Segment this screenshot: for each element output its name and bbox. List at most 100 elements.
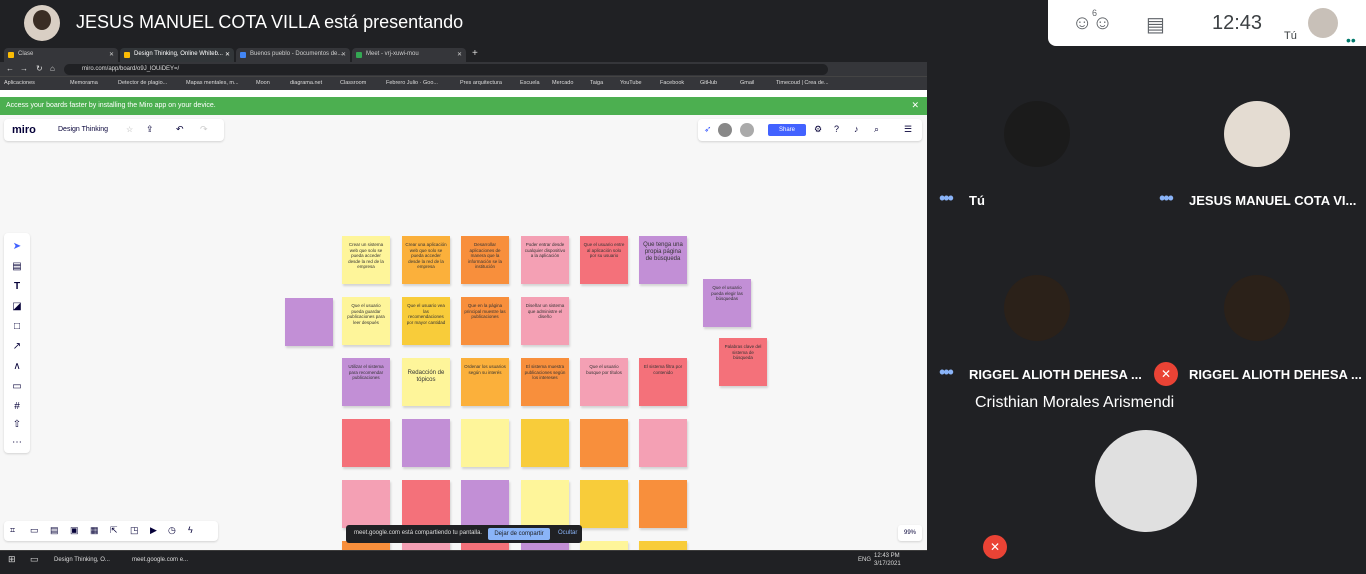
participant-tile[interactable]: ••• RIGGEL ALIOTH DEHESA ... (927, 220, 1147, 394)
miro-board[interactable]: miro Design Thinking ☆ ⇪ ↶ ↷ ➶ Share ⚙ ?… (0, 115, 927, 553)
cards-icon[interactable]: ▦ (90, 525, 99, 536)
more-icon[interactable]: ⋯ (11, 437, 23, 448)
close-icon[interactable]: ✕ (341, 51, 346, 58)
new-tab-icon[interactable]: + (472, 48, 478, 59)
upload-icon[interactable]: ⇧ (11, 419, 23, 430)
redo-icon[interactable]: ↷ (200, 124, 208, 135)
sticky-note[interactable] (461, 480, 509, 528)
browser-tab[interactable]: Buenos pueblo - Documentos de... ✕ (236, 48, 350, 62)
participant-tile[interactable]: ✕ Cristhian Morales Arismendi (975, 394, 1318, 574)
sticky-note[interactable]: Diseñar un sistema que administre el dis… (521, 297, 569, 345)
sticky-note[interactable] (285, 298, 333, 346)
sticky-note[interactable]: Ordenar los usuarios según su interés (461, 358, 509, 406)
bookmark[interactable]: Taiga (590, 80, 603, 86)
video-icon[interactable]: ▶ (150, 525, 157, 536)
bookmark[interactable]: Febrero Julio · Goo... (386, 80, 438, 86)
zoom-level[interactable]: 99% (898, 525, 922, 541)
sticky-note[interactable]: Que el usuario busque por títulos (580, 358, 628, 406)
self-avatar[interactable] (1308, 8, 1338, 38)
comment-icon[interactable]: ▭ (30, 525, 39, 536)
sticky-note[interactable] (342, 480, 390, 528)
shape-icon[interactable]: □ (11, 321, 23, 332)
share-screen-icon[interactable]: ⇱ (110, 525, 118, 536)
search-icon[interactable]: ⌕ (874, 124, 879, 135)
sticky-note[interactable] (580, 419, 628, 467)
reload-icon[interactable]: ↻ (36, 64, 43, 73)
sticky-note[interactable] (402, 480, 450, 528)
sticky-note[interactable]: Desarrollar aplicaciones de manera que l… (461, 236, 509, 284)
taskbar-item[interactable]: meet.google.com e... (132, 557, 188, 563)
sticky-note[interactable]: Que el usuario vea las recomendaciones p… (402, 297, 450, 345)
bookmark[interactable]: Mapas mentales, m... (186, 80, 239, 86)
bookmark[interactable]: Timecoud | Crea de... (776, 80, 829, 86)
forward-icon[interactable]: → (20, 64, 28, 73)
sticky-note[interactable]: Poder entrar desde cualquier dispositivo… (521, 236, 569, 284)
bookmark[interactable]: Mercado (552, 80, 573, 86)
bolt-icon[interactable]: ϟ (188, 525, 193, 535)
home-icon[interactable]: ⌂ (50, 64, 55, 73)
sticky-note[interactable]: Que el usuario pueda elegir las búsqueda… (703, 279, 751, 327)
sticky-note[interactable]: Palabras clave del sistema de búsqueda (719, 338, 767, 386)
windows-icon[interactable]: ⊞ (8, 554, 16, 565)
board-menu-icon[interactable]: ☰ (904, 124, 912, 135)
close-icon[interactable]: ✕ (457, 51, 462, 58)
export-icon[interactable]: ⇪ (146, 124, 154, 135)
undo-icon[interactable]: ↶ (176, 124, 184, 135)
bookmark[interactable]: GitHub (700, 80, 717, 86)
stop-sharing-button[interactable]: Dejar de compartir (488, 528, 550, 540)
collab-cursor-icon[interactable]: ➶ (704, 124, 712, 135)
settings-icon[interactable]: ⚙ (814, 124, 822, 135)
bookmark[interactable]: Pres arquitectura (460, 80, 502, 86)
sticky-note[interactable]: Utilizar el sistema para recomendar publ… (342, 358, 390, 406)
bookmark[interactable]: Memorama (70, 80, 98, 86)
hide-button[interactable]: Ocultar (558, 530, 577, 536)
bell-icon[interactable]: ♪ (854, 124, 859, 134)
text-icon[interactable]: T (11, 281, 23, 292)
task-view-icon[interactable]: ▭ (30, 554, 39, 565)
comment-icon[interactable]: ▭ (11, 381, 23, 392)
url-input[interactable]: miro.com/app/board/o9J_lOUiDEY=/ (64, 64, 828, 75)
template-icon[interactable]: ▤ (11, 261, 23, 272)
frames-icon[interactable]: ⌗ (10, 525, 15, 536)
sticky-note[interactable] (342, 419, 390, 467)
bookmark[interactable]: Moon (256, 80, 270, 86)
sticky-note[interactable] (639, 480, 687, 528)
sticky-note[interactable]: Que el usuario entre al aplicación solo … (580, 236, 628, 284)
sticky-note[interactable] (639, 419, 687, 467)
sticky-note[interactable]: Que en la página principal muestre las p… (461, 297, 509, 345)
more-options-icon[interactable]: ••• (939, 188, 954, 209)
participant-tile[interactable]: ••• JESUS MANUEL COTA VI... (1147, 46, 1366, 220)
browser-tab[interactable]: Design Thinking, Online Whiteb... ✕ (120, 48, 234, 62)
sticky-note[interactable]: Crear una aplicación web que solo se pue… (402, 236, 450, 284)
sticky-note[interactable] (521, 419, 569, 467)
sticky-note[interactable] (580, 480, 628, 528)
avatar[interactable] (718, 123, 732, 137)
bookmark[interactable]: Detector de plagio... (118, 80, 167, 86)
bookmark[interactable]: Gmail (740, 80, 754, 86)
screen-share-icon[interactable]: ▣ (70, 525, 79, 536)
star-icon[interactable]: ☆ (126, 125, 133, 134)
taskbar-item[interactable]: Design Thinking, O... (54, 557, 110, 563)
bookmark[interactable]: YouTube (620, 80, 642, 86)
back-icon[interactable]: ← (6, 64, 14, 73)
close-icon[interactable]: ✕ (225, 51, 230, 58)
more-options-icon[interactable]: ••• (939, 362, 954, 383)
participant-tile[interactable]: ••• Tú (927, 46, 1147, 220)
board-name[interactable]: Design Thinking (58, 126, 108, 133)
help-icon[interactable]: ? (834, 124, 839, 134)
sticky-note[interactable]: Que tenga una propia página de búsqueda (639, 236, 687, 284)
close-icon[interactable]: ✕ (911, 100, 919, 111)
browser-tab[interactable]: Clase ✕ (4, 48, 118, 62)
frame-icon[interactable]: # (11, 401, 23, 412)
sticky-note[interactable] (402, 419, 450, 467)
sticky-note[interactable]: Crear un sistema web que solo se pueda a… (342, 236, 390, 284)
sticky-note[interactable] (521, 480, 569, 528)
sticky-note[interactable]: Redacción de tópicos (402, 358, 450, 406)
sticky-note[interactable]: El sistema filtra por contenido (639, 358, 687, 406)
share-button[interactable]: Share (768, 124, 806, 136)
pen-icon[interactable]: ∧ (11, 361, 23, 372)
bookmark[interactable]: Escuela (520, 80, 540, 86)
chat-icon[interactable]: ▤ (1146, 12, 1165, 37)
bookmark[interactable]: Classroom (340, 80, 366, 86)
present-icon[interactable]: ◳ (130, 525, 139, 536)
